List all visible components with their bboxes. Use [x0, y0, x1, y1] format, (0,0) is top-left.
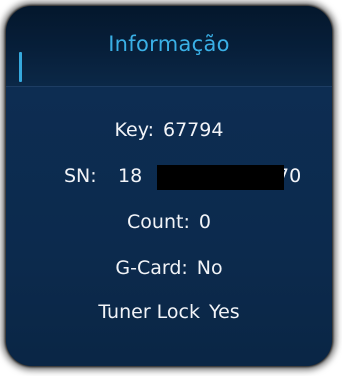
dialog-header: Informação [6, 6, 332, 87]
sn-redaction-block [157, 165, 284, 190]
gcard-value: No [196, 257, 223, 279]
count-label: Count: [127, 211, 190, 233]
focus-indicator [19, 52, 22, 82]
gcard-row: G-Card: No [6, 257, 332, 279]
key-value: 67794 [163, 119, 224, 141]
key-label: Key: [114, 119, 154, 141]
info-list: Key: 67794 SN: 18 70 Count: 0 G-Card: No Tu… [6, 87, 332, 366]
key-row: Key: 67794 [6, 119, 332, 141]
info-dialog: Informação Key: 67794 SN: 18 70 Count: 0 G… [6, 6, 332, 366]
tuner-lock-label: Tuner Lock [98, 301, 200, 323]
sn-value-start: 18 [118, 165, 143, 187]
dialog-title: Informação [108, 32, 230, 56]
tuner-lock-row: Tuner Lock Yes [6, 301, 332, 323]
count-row: Count: 0 [6, 211, 332, 233]
count-value: 0 [198, 211, 211, 233]
tuner-lock-value: Yes [209, 301, 240, 323]
sn-label: SN: [64, 165, 97, 187]
gcard-label: G-Card: [115, 257, 188, 279]
